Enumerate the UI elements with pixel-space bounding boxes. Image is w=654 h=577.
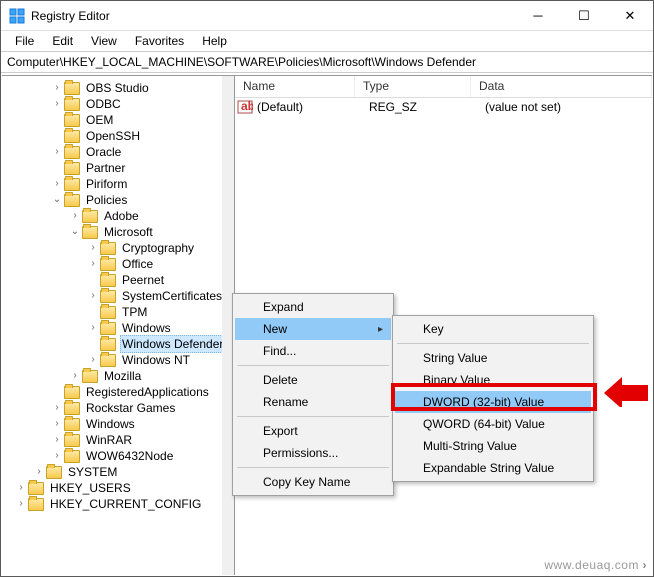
tree-item[interactable]: Windows NT bbox=[2, 352, 234, 368]
tree-item[interactable]: HKEY_CURRENT_CONFIG bbox=[2, 496, 234, 512]
tree-item[interactable]: Oracle bbox=[2, 144, 234, 160]
ctx-delete[interactable]: Delete bbox=[235, 369, 391, 391]
separator bbox=[237, 365, 389, 366]
titlebar[interactable]: Registry Editor ─ ☐ ✕ bbox=[1, 1, 653, 31]
close-button[interactable]: ✕ bbox=[607, 1, 653, 30]
value-row[interactable]: ab (Default) REG_SZ (value not set) bbox=[235, 98, 652, 116]
new-qword-value[interactable]: QWORD (64-bit) Value bbox=[395, 413, 591, 435]
menu-view[interactable]: View bbox=[83, 32, 125, 50]
tree-item[interactable]: WinRAR bbox=[2, 432, 234, 448]
tree-item[interactable]: Microsoft bbox=[2, 224, 234, 240]
menu-file[interactable]: File bbox=[7, 32, 42, 50]
tree-item[interactable]: Rockstar Games bbox=[2, 400, 234, 416]
ctx-find[interactable]: Find... bbox=[235, 340, 391, 362]
ctx-permissions[interactable]: Permissions... bbox=[235, 442, 391, 464]
tree-item[interactable]: SYSTEM bbox=[2, 464, 234, 480]
tree-item[interactable]: OEM bbox=[2, 112, 234, 128]
separator bbox=[237, 467, 389, 468]
separator bbox=[397, 343, 589, 344]
tree-pane[interactable]: OBS Studio ODBC OEM OpenSSH Oracle Partn… bbox=[2, 76, 235, 575]
watermark: www.deuaq.com › bbox=[544, 558, 647, 572]
tree-item[interactable]: Windows bbox=[2, 416, 234, 432]
ctx-copy-key-name[interactable]: Copy Key Name bbox=[235, 471, 391, 493]
tree-item[interactable]: Office bbox=[2, 256, 234, 272]
tree-item[interactable]: Mozilla bbox=[2, 368, 234, 384]
svg-text:ab: ab bbox=[241, 100, 253, 113]
value-data: (value not set) bbox=[485, 100, 652, 114]
ctx-expand[interactable]: Expand bbox=[235, 296, 391, 318]
col-name[interactable]: Name bbox=[235, 76, 355, 97]
tree-item[interactable]: Policies bbox=[2, 192, 234, 208]
tree-item[interactable]: OBS Studio bbox=[2, 80, 234, 96]
address-bar[interactable]: Computer\HKEY_LOCAL_MACHINE\SOFTWARE\Pol… bbox=[1, 51, 653, 73]
highlight-box bbox=[391, 383, 597, 411]
list-header[interactable]: Name Type Data bbox=[235, 76, 652, 98]
new-key[interactable]: Key bbox=[395, 318, 591, 340]
ctx-export[interactable]: Export bbox=[235, 420, 391, 442]
value-type: REG_SZ bbox=[369, 100, 485, 114]
col-data[interactable]: Data bbox=[471, 76, 652, 97]
address-text: Computer\HKEY_LOCAL_MACHINE\SOFTWARE\Pol… bbox=[7, 55, 476, 69]
regedit-icon bbox=[9, 8, 25, 24]
tree-item[interactable]: Windows bbox=[2, 320, 234, 336]
tree-item[interactable]: SystemCertificates bbox=[2, 288, 234, 304]
ctx-new[interactable]: New bbox=[235, 318, 391, 340]
maximize-button[interactable]: ☐ bbox=[561, 1, 607, 30]
tree-item-windows-defender[interactable]: Windows Defender bbox=[2, 336, 234, 352]
tree-item[interactable]: TPM bbox=[2, 304, 234, 320]
arrow-icon bbox=[604, 371, 648, 410]
tree-item[interactable]: Piriform bbox=[2, 176, 234, 192]
minimize-button[interactable]: ─ bbox=[515, 1, 561, 30]
menu-favorites[interactable]: Favorites bbox=[127, 32, 192, 50]
registry-editor-window: Registry Editor ─ ☐ ✕ File Edit View Fav… bbox=[0, 0, 654, 577]
tree-item[interactable]: Partner bbox=[2, 160, 234, 176]
tree-item[interactable]: Adobe bbox=[2, 208, 234, 224]
tree-item[interactable]: WOW6432Node bbox=[2, 448, 234, 464]
tree-item[interactable]: HKEY_USERS bbox=[2, 480, 234, 496]
new-string-value[interactable]: String Value bbox=[395, 347, 591, 369]
col-type[interactable]: Type bbox=[355, 76, 471, 97]
tree-item[interactable]: ODBC bbox=[2, 96, 234, 112]
menu-edit[interactable]: Edit bbox=[44, 32, 81, 50]
value-name: (Default) bbox=[257, 100, 369, 114]
ctx-rename[interactable]: Rename bbox=[235, 391, 391, 413]
context-menu: Expand New Find... Delete Rename Export … bbox=[232, 293, 394, 496]
menu-help[interactable]: Help bbox=[194, 32, 235, 50]
tree-item[interactable]: Cryptography bbox=[2, 240, 234, 256]
new-multi-string-value[interactable]: Multi-String Value bbox=[395, 435, 591, 457]
menubar: File Edit View Favorites Help bbox=[1, 31, 653, 51]
tree-item[interactable]: Peernet bbox=[2, 272, 234, 288]
tree-item[interactable]: OpenSSH bbox=[2, 128, 234, 144]
window-title: Registry Editor bbox=[31, 9, 515, 23]
separator bbox=[237, 416, 389, 417]
string-value-icon: ab bbox=[237, 100, 253, 114]
new-expandable-string-value[interactable]: Expandable String Value bbox=[395, 457, 591, 479]
tree-item[interactable]: RegisteredApplications bbox=[2, 384, 234, 400]
